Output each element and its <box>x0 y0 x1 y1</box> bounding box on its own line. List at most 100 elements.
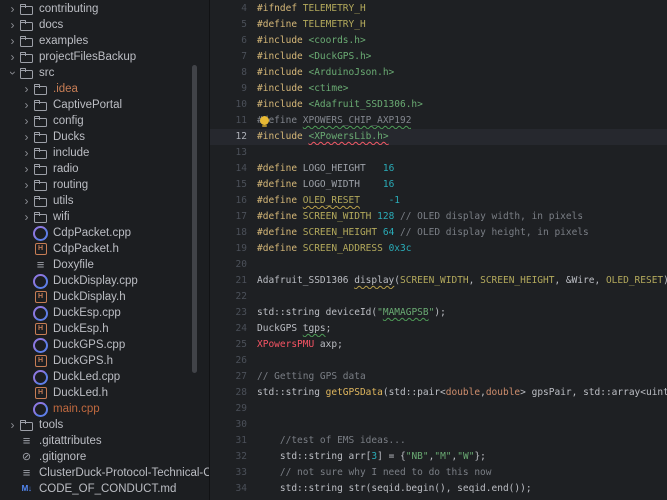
tree-item-src[interactable]: src <box>0 65 209 81</box>
line-number[interactable]: 8 <box>210 65 247 81</box>
line-number[interactable]: 22 <box>210 289 247 305</box>
line-number[interactable]: 34 <box>210 481 247 497</box>
tree-item-idea[interactable]: .idea <box>0 81 209 97</box>
tree-item-wifi[interactable]: wifi <box>0 209 209 225</box>
line-number[interactable]: 20 <box>210 257 247 273</box>
line-number[interactable]: 4 <box>210 1 247 17</box>
line-number[interactable]: 6 <box>210 33 247 49</box>
code-line-16[interactable]: 16#define OLED_RESET -1 <box>210 193 667 209</box>
chevron-collapsed-icon[interactable] <box>20 113 33 129</box>
chevron-collapsed-icon[interactable] <box>20 145 33 161</box>
tree-item-captiveportal[interactable]: CaptivePortal <box>0 97 209 113</box>
code-line-15[interactable]: 15#define LOGO_WIDTH 16 <box>210 177 667 193</box>
code-line-6[interactable]: 6#include <coords.h> <box>210 33 667 49</box>
code-line-11[interactable]: 11#define XPOWERS_CHIP_AXP192 <box>210 113 667 129</box>
chevron-collapsed-icon[interactable] <box>20 177 33 193</box>
tree-item-duckdisplay-h[interactable]: DuckDisplay.h <box>0 289 209 305</box>
line-number[interactable]: 14 <box>210 161 247 177</box>
code-line-14[interactable]: 14#define LOGO_HEIGHT 16 <box>210 161 667 177</box>
tree-scrollbar[interactable] <box>192 65 197 373</box>
tree-item-radio[interactable]: radio <box>0 161 209 177</box>
code-line-25[interactable]: 25XPowersPMU axp; <box>210 337 667 353</box>
code-line-18[interactable]: 18#define SCREEN_HEIGHT 64 // OLED displ… <box>210 225 667 241</box>
line-number[interactable]: 5 <box>210 17 247 33</box>
code-line-5[interactable]: 5#define TELEMETRY_H <box>210 17 667 33</box>
editor[interactable]: 4#ifndef TELEMETRY_H5#define TELEMETRY_H… <box>210 0 667 500</box>
code-line-26[interactable]: 26 <box>210 353 667 369</box>
tree-item-duckdisplay-cpp[interactable]: DuckDisplay.cpp <box>0 273 209 289</box>
tree-item-include[interactable]: include <box>0 145 209 161</box>
line-number[interactable]: 33 <box>210 465 247 481</box>
code-line-30[interactable]: 30 <box>210 417 667 433</box>
intention-bulb-icon[interactable] <box>260 116 269 125</box>
chevron-collapsed-icon[interactable] <box>6 1 19 17</box>
line-number[interactable]: 27 <box>210 369 247 385</box>
code-line-17[interactable]: 17#define SCREEN_WIDTH 128 // OLED displ… <box>210 209 667 225</box>
code-line-24[interactable]: 24DuckGPS tgps; <box>210 321 667 337</box>
code-line-13[interactable]: 13 <box>210 145 667 161</box>
line-number[interactable]: 24 <box>210 321 247 337</box>
line-number[interactable]: 9 <box>210 81 247 97</box>
chevron-collapsed-icon[interactable] <box>20 209 33 225</box>
tree-item-cdppacket-cpp[interactable]: CdpPacket.cpp <box>0 225 209 241</box>
code-line-27[interactable]: 27// Getting GPS data <box>210 369 667 385</box>
code-line-4[interactable]: 4#ifndef TELEMETRY_H <box>210 1 667 17</box>
code-line-21[interactable]: 21Adafruit_SSD1306 display(SCREEN_WIDTH,… <box>210 273 667 289</box>
chevron-collapsed-icon[interactable] <box>20 161 33 177</box>
line-number[interactable]: 25 <box>210 337 247 353</box>
line-number[interactable]: 23 <box>210 305 247 321</box>
tree-item-projectfilesbackup[interactable]: projectFilesBackup <box>0 49 209 65</box>
chevron-collapsed-icon[interactable] <box>6 17 19 33</box>
code-line-32[interactable]: 32 std::string arr[3] = {"NB","M","W"}; <box>210 449 667 465</box>
tree-item-cdppacket-h[interactable]: CdpPacket.h <box>0 241 209 257</box>
tree-item-ducks[interactable]: Ducks <box>0 129 209 145</box>
tree-item-examples[interactable]: examples <box>0 33 209 49</box>
chevron-collapsed-icon[interactable] <box>6 417 19 433</box>
code-line-10[interactable]: 10#include <Adafruit_SSD1306.h> <box>210 97 667 113</box>
line-number[interactable]: 28 <box>210 385 247 401</box>
chevron-collapsed-icon[interactable] <box>20 129 33 145</box>
code-line-33[interactable]: 33 // not sure why I need to do this now <box>210 465 667 481</box>
line-number[interactable]: 11 <box>210 113 247 129</box>
code-line-29[interactable]: 29 <box>210 401 667 417</box>
line-number[interactable]: 10 <box>210 97 247 113</box>
tree-item-code-of-conduct-md[interactable]: CODE_OF_CONDUCT.md <box>0 481 209 497</box>
code-line-19[interactable]: 19#define SCREEN_ADDRESS 0x3c <box>210 241 667 257</box>
chevron-collapsed-icon[interactable] <box>20 97 33 113</box>
line-number[interactable]: 13 <box>210 145 247 161</box>
line-number[interactable]: 16 <box>210 193 247 209</box>
chevron-collapsed-icon[interactable] <box>6 49 19 65</box>
code-line-20[interactable]: 20 <box>210 257 667 273</box>
tree-item-routing[interactable]: routing <box>0 177 209 193</box>
chevron-expanded-icon[interactable] <box>6 65 19 81</box>
code-line-7[interactable]: 7#include <DuckGPS.h> <box>210 49 667 65</box>
line-number[interactable]: 12 <box>210 129 247 145</box>
tree-item-contributing[interactable]: contributing <box>0 1 209 17</box>
tree-item-config[interactable]: config <box>0 113 209 129</box>
line-number[interactable]: 30 <box>210 417 247 433</box>
code-line-31[interactable]: 31 //test of EMS ideas... <box>210 433 667 449</box>
line-number[interactable]: 32 <box>210 449 247 465</box>
line-number[interactable]: 21 <box>210 273 247 289</box>
tree-item-duckled-h[interactable]: DuckLed.h <box>0 385 209 401</box>
chevron-collapsed-icon[interactable] <box>20 193 33 209</box>
tree-item-doxyfile[interactable]: Doxyfile <box>0 257 209 273</box>
tree-item-duckgps-h[interactable]: DuckGPS.h <box>0 353 209 369</box>
line-number[interactable]: 15 <box>210 177 247 193</box>
tree-item-utils[interactable]: utils <box>0 193 209 209</box>
line-number[interactable]: 31 <box>210 433 247 449</box>
tree-item-duckled-cpp[interactable]: DuckLed.cpp <box>0 369 209 385</box>
tree-item-duckesp-h[interactable]: DuckEsp.h <box>0 321 209 337</box>
line-number[interactable]: 7 <box>210 49 247 65</box>
line-number[interactable]: 19 <box>210 241 247 257</box>
tree-item-tools[interactable]: tools <box>0 417 209 433</box>
chevron-collapsed-icon[interactable] <box>6 33 19 49</box>
line-number[interactable]: 17 <box>210 209 247 225</box>
tree-item-gitattributes[interactable]: .gitattributes <box>0 433 209 449</box>
tree-item-duckesp-cpp[interactable]: DuckEsp.cpp <box>0 305 209 321</box>
chevron-collapsed-icon[interactable] <box>20 81 33 97</box>
line-number[interactable]: 29 <box>210 401 247 417</box>
code-line-34[interactable]: 34 std::string str(seqid.begin(), seqid.… <box>210 481 667 497</box>
tree-item-gitignore[interactable]: .gitignore <box>0 449 209 465</box>
code-line-28[interactable]: 28std::string getGPSData(std::pair<doubl… <box>210 385 667 401</box>
